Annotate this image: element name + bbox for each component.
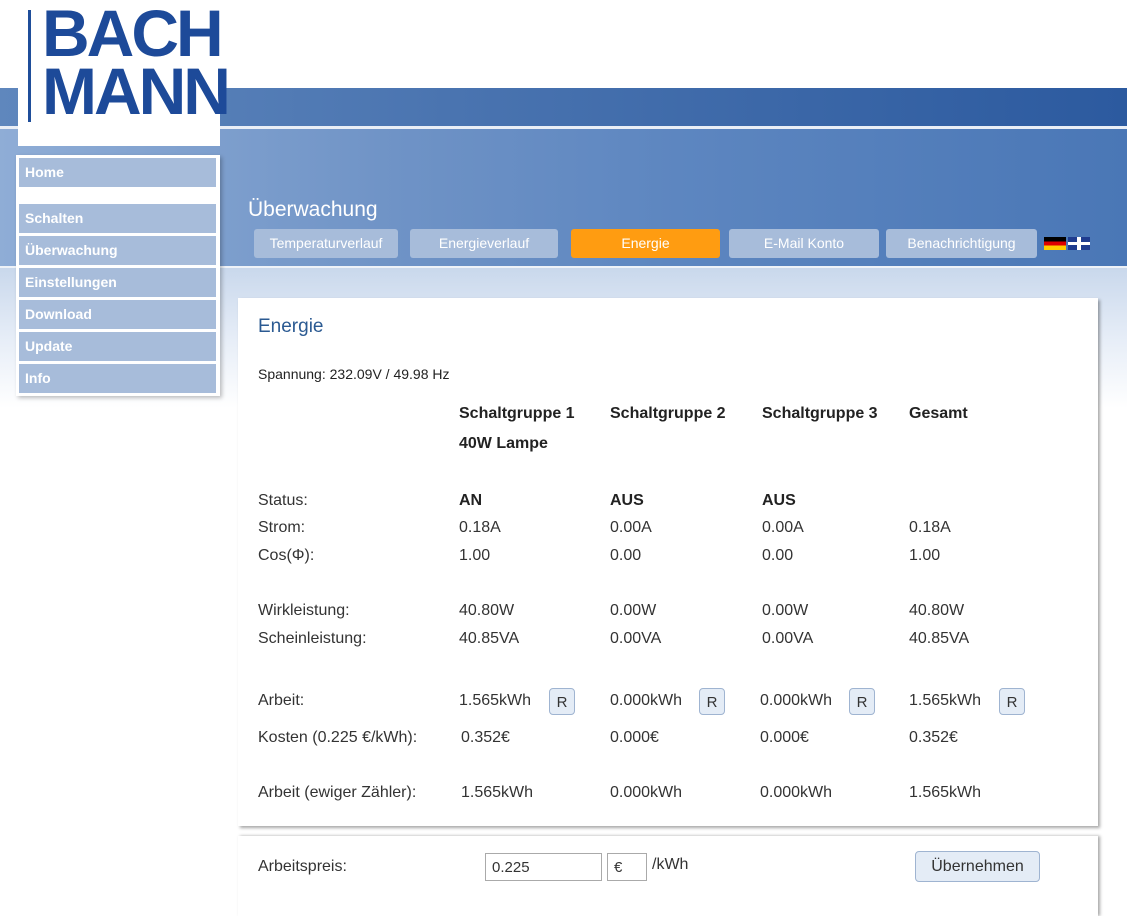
tab-energieverlauf[interactable]: Energieverlauf xyxy=(410,229,558,258)
price-label: Arbeitspreis: xyxy=(258,858,347,875)
column-subheader-1: 40W Lampe xyxy=(459,435,548,452)
wirk-value-2: 0.00W xyxy=(610,602,657,619)
label-arbeit: Arbeit: xyxy=(258,692,305,709)
sidebar-item-info[interactable]: Info xyxy=(19,364,216,393)
status-value-1: AN xyxy=(459,492,483,509)
label-arbeit-ewig: Arbeit (ewiger Zähler): xyxy=(258,784,417,801)
cos-value-3: 0.00 xyxy=(762,547,794,564)
strom-value-total: 0.18A xyxy=(909,519,951,536)
flag-uk-icon[interactable] xyxy=(1068,237,1090,250)
apply-button[interactable]: Übernehmen xyxy=(915,851,1040,882)
ewig-value-1: 1.565kWh xyxy=(461,784,534,801)
column-header-3: Schaltgruppe 3 xyxy=(762,405,878,422)
schein-value-1: 40.85VA xyxy=(459,630,520,647)
ewig-value-3: 0.000kWh xyxy=(760,784,833,801)
logo[interactable]: BACH MANN xyxy=(18,0,231,146)
status-value-3: AUS xyxy=(762,492,796,509)
voltage-readout: Spannung: 232.09V / 49.98 Hz xyxy=(258,366,450,382)
cos-value-total: 1.00 xyxy=(909,547,941,564)
strom-value-3: 0.00A xyxy=(762,519,804,536)
sidebar-item-update[interactable]: Update xyxy=(19,332,216,361)
kosten-value-3: 0.000€ xyxy=(760,729,809,746)
sidebar-nav: Home Schalten Überwachung Einstellungen … xyxy=(16,155,220,396)
price-unit: /kWh xyxy=(652,856,689,873)
price-input[interactable] xyxy=(485,853,602,881)
reset-button-1[interactable]: R xyxy=(549,688,575,715)
label-wirkleistung: Wirkleistung: xyxy=(258,602,350,619)
reset-button-total[interactable]: R xyxy=(999,688,1025,715)
sidebar-item-home[interactable]: Home xyxy=(19,158,216,187)
sidebar-item-ueberwachung[interactable]: Überwachung xyxy=(19,236,216,265)
arbeit-value-1: 1.565kWh xyxy=(459,692,532,709)
cos-value-1: 1.00 xyxy=(459,547,491,564)
label-cos: Cos(Φ): xyxy=(258,547,315,564)
page-title: Überwachung xyxy=(248,198,378,221)
tab-energie[interactable]: Energie xyxy=(571,229,720,258)
tab-benachrichtigung[interactable]: Benachrichtigung xyxy=(886,229,1037,258)
ewig-value-total: 1.565kWh xyxy=(909,784,982,801)
sidebar-item-schalten[interactable]: Schalten xyxy=(19,204,216,233)
column-header-2: Schaltgruppe 2 xyxy=(610,405,726,422)
label-status: Status: xyxy=(258,492,308,509)
column-header-total: Gesamt xyxy=(909,405,968,422)
kosten-value-2: 0.000€ xyxy=(610,729,659,746)
sidebar-item-einstellungen[interactable]: Einstellungen xyxy=(19,268,216,297)
tab-temperaturverlauf[interactable]: Temperaturverlauf xyxy=(254,229,398,258)
ewig-value-2: 0.000kWh xyxy=(610,784,683,801)
kosten-value-1: 0.352€ xyxy=(461,729,510,746)
arbeit-value-3: 0.000kWh xyxy=(760,692,833,709)
status-value-2: AUS xyxy=(610,492,644,509)
label-strom: Strom: xyxy=(258,519,306,536)
flag-de-icon[interactable] xyxy=(1044,237,1066,250)
section-title: Energie xyxy=(258,316,324,337)
arbeit-value-2: 0.000kWh xyxy=(610,692,683,709)
reset-button-2[interactable]: R xyxy=(699,688,725,715)
arbeit-value-total: 1.565kWh xyxy=(909,692,982,709)
strom-value-2: 0.00A xyxy=(610,519,652,536)
label-scheinleistung: Scheinleistung: xyxy=(258,630,367,647)
sidebar-item-download[interactable]: Download xyxy=(19,300,216,329)
logo-line-2: MANN xyxy=(42,54,231,128)
currency-input[interactable] xyxy=(607,853,647,881)
label-kosten: Kosten (0.225 €/kWh): xyxy=(258,729,418,746)
strom-value-1: 0.18A xyxy=(459,519,501,536)
reset-button-3[interactable]: R xyxy=(849,688,875,715)
wirk-value-3: 0.00W xyxy=(762,602,809,619)
logo-text: BACH MANN xyxy=(42,0,231,128)
schein-value-total: 40.85VA xyxy=(909,630,970,647)
schein-value-2: 0.00VA xyxy=(610,630,662,647)
kosten-value-total: 0.352€ xyxy=(909,729,958,746)
tab-email-konto[interactable]: E-Mail Konto xyxy=(729,229,879,258)
schein-value-3: 0.00VA xyxy=(762,630,814,647)
column-header-1: Schaltgruppe 1 xyxy=(459,405,575,422)
wirk-value-total: 40.80W xyxy=(909,602,965,619)
wirk-value-1: 40.80W xyxy=(459,602,515,619)
logo-accent-bar xyxy=(28,10,31,122)
language-switcher xyxy=(1044,237,1092,255)
cos-value-2: 0.00 xyxy=(610,547,642,564)
